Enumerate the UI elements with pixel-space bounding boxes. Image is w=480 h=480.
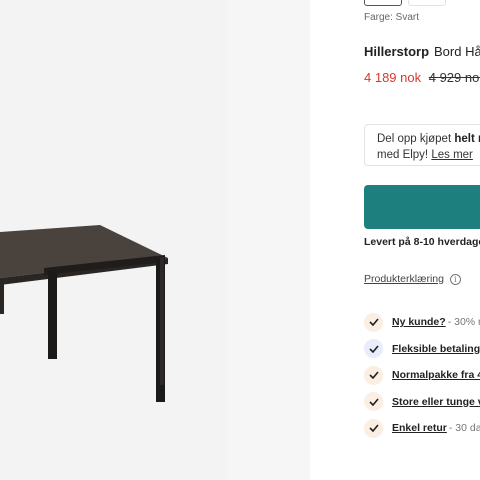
installment-line-2: med Elpy! Les mer — [377, 149, 473, 161]
check-icon — [364, 312, 383, 332]
product-title: Hillerstorp Bord Hån — [364, 44, 480, 59]
installment-banner: Del opp kjøpet helt r med Elpy! Les mer — [364, 124, 480, 166]
feature-link[interactable]: Ny kunde? — [392, 316, 446, 328]
product-name: Bord Hån — [434, 44, 480, 59]
installment-line-1: Del opp kjøpet helt r — [377, 133, 480, 145]
product-detail-panel: Farge: Svart Hillerstorp Bord Hån 4 189 n… — [310, 0, 480, 480]
feature-item[interactable]: Normalpakke fra 4 — [364, 362, 480, 388]
price-block: 4 189 nok 4 929 nok — [364, 70, 480, 85]
feature-list: Ny kunde? - 30% ra Fleksible betalings N… — [364, 309, 480, 442]
feature-link[interactable]: Fleksible betalings — [392, 343, 480, 355]
check-icon — [364, 365, 383, 385]
product-image-gallery[interactable] — [0, 0, 310, 480]
product-brand: Hillerstorp — [364, 44, 430, 59]
info-icon[interactable]: i — [449, 273, 461, 285]
feature-item[interactable]: Enkel retur - 30 dag — [364, 415, 480, 441]
feature-link[interactable]: Normalpakke fra 4 — [392, 369, 480, 381]
read-more-link[interactable]: Les mer — [431, 149, 473, 161]
table-product-image — [0, 225, 168, 402]
color-label: Farge: Svart — [364, 12, 420, 23]
feature-link[interactable]: Store eller tunge va — [392, 396, 480, 408]
feature-item[interactable]: Fleksible betalings — [364, 336, 480, 362]
color-swatch-alt[interactable] — [408, 0, 446, 6]
price-current: 4 189 nok — [364, 70, 422, 85]
delivery-estimate: Levert på 8-10 hverdager — [364, 236, 480, 248]
check-icon — [364, 392, 383, 411]
price-original: 4 929 nok — [428, 70, 480, 85]
check-icon — [364, 418, 383, 438]
feature-item[interactable]: Store eller tunge va — [364, 389, 480, 415]
feature-item[interactable]: Ny kunde? - 30% ra — [364, 309, 480, 335]
check-icon — [364, 339, 383, 358]
product-declaration-link[interactable]: Produkterklæring i — [364, 273, 461, 285]
add-to-cart-button[interactable] — [364, 185, 480, 229]
feature-link[interactable]: Enkel retur — [392, 422, 447, 434]
color-swatch-black[interactable] — [364, 0, 402, 6]
